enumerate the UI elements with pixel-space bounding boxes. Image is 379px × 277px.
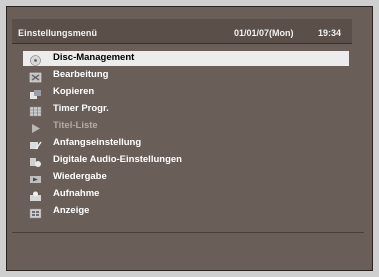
setup-icon	[29, 138, 42, 150]
disc-icon	[29, 53, 42, 66]
menu-item-digitale-audio[interactable]: Digitale Audio-Einstellungen	[23, 153, 349, 168]
menu-item-titel-liste[interactable]: Titel-Liste	[23, 119, 349, 134]
menu-item-anzeige[interactable]: Anzeige	[23, 204, 349, 219]
menu-item-aufnahme[interactable]: Aufnahme	[23, 187, 349, 202]
menu-item-wiedergabe[interactable]: Wiedergabe	[23, 170, 349, 185]
menu-item-label: Kopieren	[53, 86, 95, 97]
copy-icon	[29, 87, 42, 99]
edit-icon	[29, 70, 42, 83]
time-display: 19:34	[318, 28, 342, 38]
menu-item-label: Bearbeitung	[53, 69, 109, 80]
record-icon	[29, 189, 42, 201]
menu-item-label: Timer Progr.	[53, 103, 109, 114]
timer-icon	[29, 104, 42, 117]
display-icon	[29, 206, 42, 219]
menu-item-anfangseinstellung[interactable]: Anfangseinstellung	[23, 136, 349, 151]
menu-item-kopieren[interactable]: Kopieren	[23, 85, 349, 100]
menu-item-timer[interactable]: Timer Progr.	[23, 102, 349, 117]
menu-item-label: Wiedergabe	[53, 171, 107, 182]
menu-item-label: Titel-Liste	[53, 120, 98, 131]
date-display: 01/01/07(Mon)	[234, 28, 294, 38]
play-icon	[29, 121, 42, 133]
menu-item-bearbeitung[interactable]: Bearbeitung	[23, 68, 349, 83]
footer-divider	[12, 232, 364, 233]
menu-item-label: Digitale Audio-Einstellungen	[53, 154, 182, 165]
menu-item-label: Aufnahme	[53, 188, 100, 199]
page-title: Einstellungsmenü	[18, 28, 98, 38]
audio-icon	[29, 155, 42, 167]
menu-item-label: Anzeige	[53, 205, 90, 216]
menu-item-label: Anfangseinstellung	[53, 137, 142, 148]
menu-item-disc-management[interactable]: Disc-Management	[23, 51, 349, 66]
playback-icon	[29, 172, 42, 183]
menu-item-label: Disc-Management	[53, 52, 135, 63]
